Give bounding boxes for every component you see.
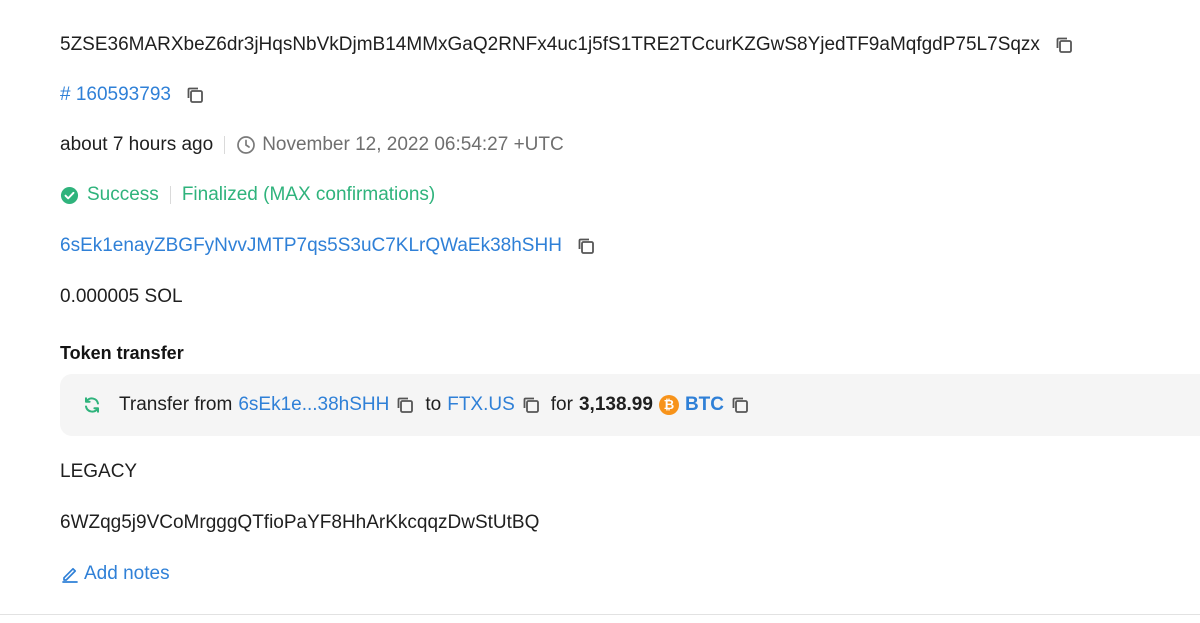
fee-row: 0.000005 SOL bbox=[60, 285, 183, 309]
timestamp-row: about 7 hours ago November 12, 2022 06:5… bbox=[60, 133, 564, 157]
version-value: LEGACY bbox=[60, 461, 138, 482]
transfer-from-link[interactable]: 6sEk1e...38hSHH bbox=[238, 394, 389, 416]
token-transfer-heading: Token transfer bbox=[60, 341, 184, 365]
block-link[interactable]: # 160593793 bbox=[60, 83, 171, 107]
clock-icon bbox=[236, 135, 256, 155]
signature-value: 5ZSE36MARXbeZ6dr3jHqsNbVkDjmB14MMxGaQ2RN… bbox=[60, 34, 1040, 55]
relative-time: about 7 hours ago bbox=[60, 134, 214, 155]
transfer-prefix: Transfer from bbox=[119, 394, 233, 415]
check-circle-icon bbox=[60, 186, 79, 205]
status-confirmation: Finalized (MAX confirmations) bbox=[181, 184, 436, 205]
status-result: Success bbox=[87, 184, 159, 205]
copy-icon[interactable] bbox=[521, 395, 541, 415]
transfer-amount: 3,138.99 bbox=[578, 394, 653, 415]
add-notes-label[interactable]: Add notes bbox=[84, 562, 170, 586]
blockhash-row: 6WZqg5j9VCoMrgggQTfioPaYF8HhArKkcqqzDwSt… bbox=[60, 511, 539, 535]
transfer-for-label: for bbox=[550, 394, 573, 415]
copy-icon[interactable] bbox=[1054, 35, 1074, 55]
token-link[interactable]: BTC bbox=[685, 394, 724, 416]
copy-icon[interactable] bbox=[185, 85, 205, 105]
blockhash-value: 6WZqg5j9VCoMrgggQTfioPaYF8HhArKkcqqzDwSt… bbox=[60, 512, 540, 533]
pencil-icon bbox=[60, 564, 80, 584]
signer-row: 6sEk1enayZBGFyNvvJMTP7qs5S3uC7KLrQWaEk38… bbox=[60, 234, 596, 258]
copy-icon[interactable] bbox=[395, 395, 415, 415]
add-notes-button[interactable]: Add notes bbox=[60, 562, 170, 586]
signature-row: 5ZSE36MARXbeZ6dr3jHqsNbVkDjmB14MMxGaQ2RN… bbox=[60, 33, 1074, 57]
signer-link[interactable]: 6sEk1enayZBGFyNvvJMTP7qs5S3uC7KLrQWaEk38… bbox=[60, 234, 562, 258]
divider bbox=[169, 186, 171, 204]
divider bbox=[224, 136, 226, 154]
bitcoin-icon: ₿ bbox=[658, 395, 679, 415]
divider bbox=[0, 614, 1200, 615]
transfer-to-label: to bbox=[425, 394, 442, 415]
version-row: LEGACY bbox=[60, 460, 137, 484]
fee-value: 0.000005 SOL bbox=[60, 286, 183, 307]
section-title: Token transfer bbox=[60, 343, 184, 363]
token-transfer-card: Transfer from 6sEk1e...38hSHH to FTX.US … bbox=[60, 374, 1200, 436]
copy-icon[interactable] bbox=[576, 236, 596, 256]
status-row: Success Finalized (MAX confirmations) bbox=[60, 183, 435, 207]
transaction-details: 5ZSE36MARXbeZ6dr3jHqsNbVkDjmB14MMxGaQ2RN… bbox=[0, 0, 1200, 623]
copy-icon[interactable] bbox=[730, 395, 750, 415]
block-row: # 160593793 bbox=[60, 83, 205, 107]
transfer-to-link[interactable]: FTX.US bbox=[447, 394, 515, 416]
swap-icon bbox=[82, 395, 102, 415]
absolute-time: November 12, 2022 06:54:27 +UTC bbox=[262, 134, 564, 155]
